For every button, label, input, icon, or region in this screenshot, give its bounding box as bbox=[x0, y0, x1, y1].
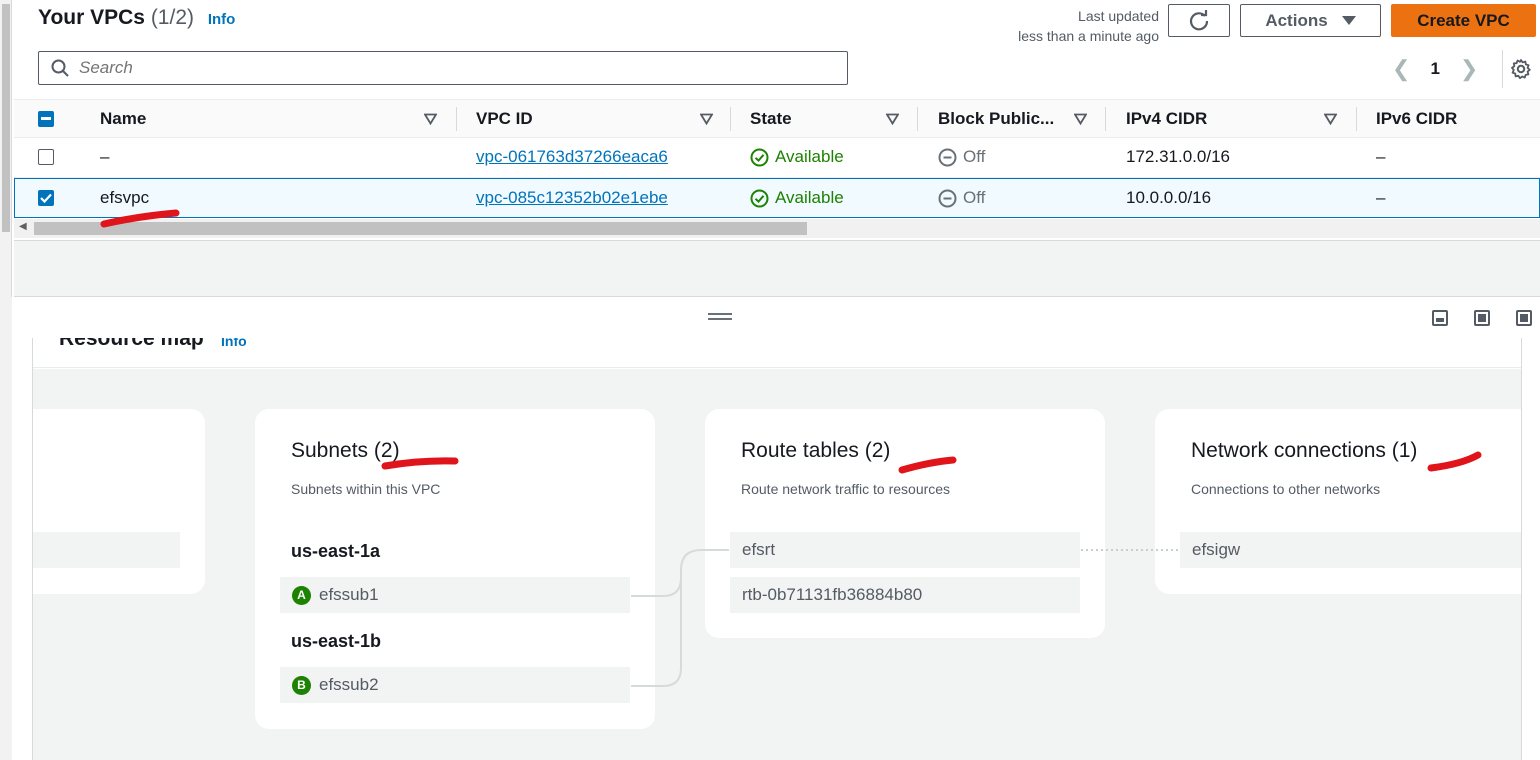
annotation-mark bbox=[1427, 451, 1482, 472]
annotation-marks bbox=[100, 209, 1482, 474]
annotation-mark bbox=[381, 457, 459, 470]
annotation-mark bbox=[100, 209, 180, 228]
annotation-mark bbox=[898, 456, 957, 474]
